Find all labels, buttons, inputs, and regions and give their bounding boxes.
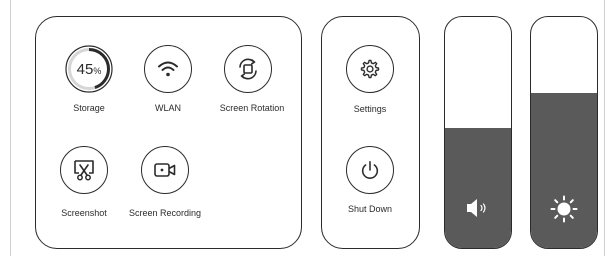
screen-rotation-button[interactable]	[224, 45, 272, 93]
shut-down-button[interactable]	[346, 146, 394, 194]
screen-recording-button[interactable]	[141, 146, 189, 194]
shut-down-label: Shut Down	[347, 204, 393, 214]
storage-label: Storage	[73, 103, 105, 113]
sun-icon	[550, 195, 578, 223]
window-left-edge	[10, 0, 11, 256]
settings-button[interactable]	[346, 45, 394, 93]
volume-level-fill	[445, 127, 511, 248]
wlan-button[interactable]	[144, 45, 192, 93]
wifi-icon	[158, 61, 178, 77]
wlan-label: WLAN	[154, 103, 182, 113]
screenshot-button[interactable]	[60, 146, 108, 194]
storage-percent: 45%	[76, 60, 102, 78]
screen-rotation-icon	[239, 58, 257, 80]
gear-icon	[360, 59, 380, 79]
screen-recording-label: Screen Recording	[128, 208, 202, 218]
video-camera-icon	[154, 163, 176, 177]
power-icon	[361, 160, 379, 179]
window-right-edge	[604, 0, 605, 256]
screenshot-label: Screenshot	[61, 208, 107, 218]
screen-rotation-label: Screen Rotation	[219, 103, 285, 113]
screenshot-scissors-icon	[74, 160, 94, 181]
brightness-level-fill	[531, 93, 597, 248]
speaker-icon	[467, 199, 486, 217]
brightness-slider[interactable]	[530, 16, 598, 249]
volume-slider[interactable]	[444, 16, 512, 249]
settings-label: Settings	[353, 104, 387, 114]
